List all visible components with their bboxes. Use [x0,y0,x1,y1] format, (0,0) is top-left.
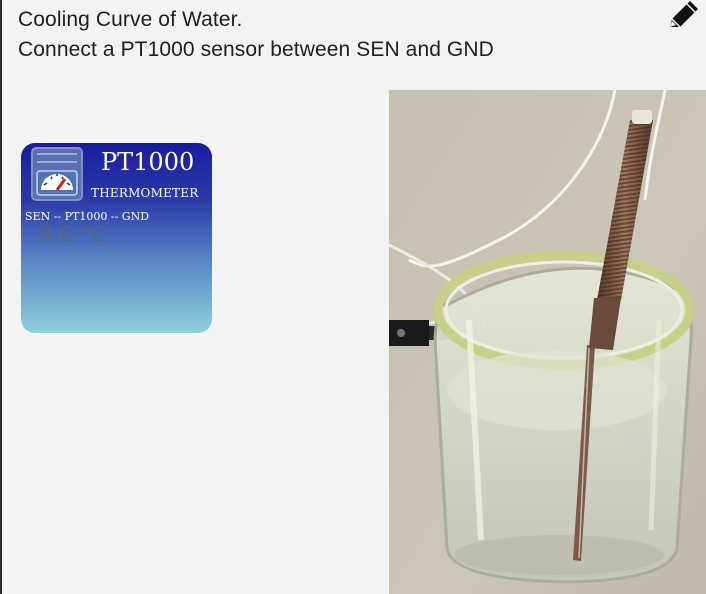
widget-subtitle: THERMOMETER [91,186,199,200]
page-title: Cooling Curve of Water. [18,8,243,31]
pencil-icon [670,1,698,28]
gauge-icon [31,147,83,201]
instruction-text: Connect a PT1000 sensor between SEN and … [18,38,494,61]
edit-button[interactable] [666,0,700,30]
widget-title: PT1000 [101,148,195,176]
app-screen: Cooling Curve of Water. Connect a PT1000… [0,0,706,594]
sensor-photo [389,90,706,594]
temperature-reading: 0.0 °C [40,222,106,246]
thermometer-widget[interactable]: PT1000 THERMOMETER SEN -- PT1000 -- GND … [21,143,212,333]
